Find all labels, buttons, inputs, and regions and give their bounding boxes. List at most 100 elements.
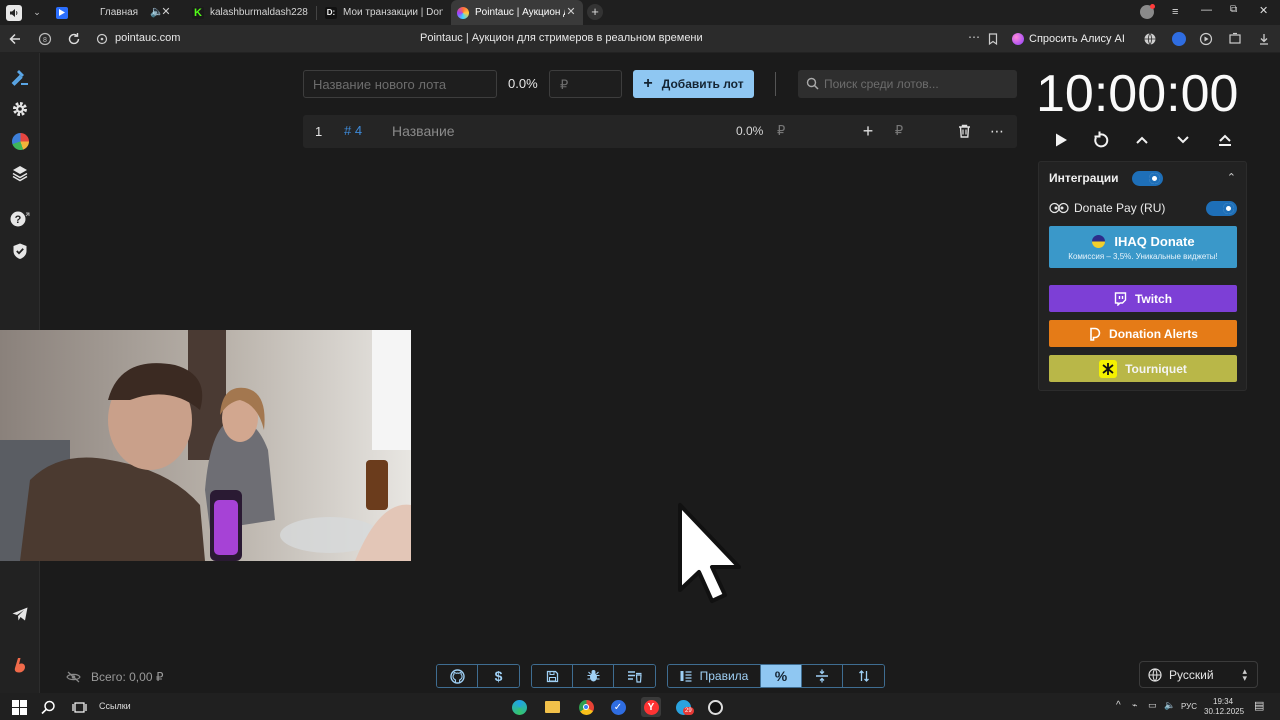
- taskbar-obs[interactable]: [706, 698, 724, 716]
- sidebar-item-privacy[interactable]: [8, 239, 32, 263]
- sidebar-item-auction[interactable]: [8, 65, 32, 89]
- sidebar-item-help[interactable]: ?: [8, 207, 32, 231]
- close-window-button[interactable]: ✕: [1259, 4, 1268, 17]
- tab-home[interactable]: Главная 🔈 ✕: [50, 0, 178, 25]
- eye-off-icon[interactable]: [66, 671, 81, 683]
- language-select[interactable]: Русский ▴ ▾: [1139, 661, 1258, 688]
- timer-increase-button[interactable]: [1133, 131, 1151, 149]
- ihaq-donate-button[interactable]: IHAQ Donate Комиссия – 3,5%. Уникальные …: [1049, 226, 1237, 268]
- lot-more-icon[interactable]: ⋯: [989, 123, 1005, 139]
- tourniquet-button[interactable]: Tourniquet: [1049, 355, 1237, 382]
- lot-percent: 0.0%: [736, 124, 764, 138]
- chevron-up-icon[interactable]: ⌃: [1227, 171, 1236, 184]
- taskbar-explorer[interactable]: [543, 698, 561, 716]
- extension-icon[interactable]: [1172, 32, 1186, 46]
- tray-volume-icon[interactable]: 🔈: [1164, 700, 1175, 711]
- site-info-icon[interactable]: [94, 31, 110, 47]
- percent-mode-button[interactable]: %: [761, 665, 802, 687]
- timer-decrease-button[interactable]: [1174, 131, 1192, 149]
- more-options-icon[interactable]: ⋯: [968, 30, 980, 44]
- lot-search-box[interactable]: [798, 70, 1017, 98]
- sidebar-item-wheel[interactable]: [8, 129, 32, 153]
- sort-button[interactable]: [843, 665, 884, 687]
- check-circle-icon: ✓: [610, 699, 626, 715]
- timer-double-up-button[interactable]: [1216, 131, 1234, 149]
- taskbar-search-button[interactable]: [39, 698, 57, 716]
- timer-start-button[interactable]: [1052, 131, 1070, 149]
- twitch-button[interactable]: Twitch: [1049, 285, 1237, 312]
- back-arrow-icon[interactable]: [7, 31, 23, 47]
- minimize-button[interactable]: —: [1201, 4, 1212, 16]
- tab-kick-stream[interactable]: K kalashburmaldash228 Stre: [186, 0, 316, 25]
- compact-view-button[interactable]: [802, 665, 843, 687]
- donate-pay-toggle[interactable]: [1206, 201, 1237, 216]
- close-icon[interactable]: ✕: [160, 6, 172, 18]
- sidebar-item-telegram[interactable]: [8, 602, 32, 626]
- maximize-button[interactable]: ⧉: [1230, 4, 1237, 15]
- menu-icon[interactable]: ≡: [1172, 6, 1178, 18]
- report-bug-button[interactable]: [573, 665, 614, 687]
- media-play-icon[interactable]: [1198, 31, 1214, 47]
- close-icon[interactable]: ✕: [565, 6, 577, 18]
- new-lot-name-input[interactable]: [303, 70, 497, 98]
- tab-list-dropdown[interactable]: ⌄: [30, 5, 44, 19]
- taskbar-telegram[interactable]: 29: [674, 698, 694, 716]
- timer-reset-button[interactable]: [1092, 131, 1110, 149]
- telegram-icon: [12, 607, 28, 621]
- clear-list-icon: [628, 670, 642, 683]
- save-button[interactable]: [532, 665, 573, 687]
- donation-alerts-button[interactable]: Donation Alerts: [1049, 320, 1237, 347]
- taskbar-checklist-app[interactable]: ✓: [609, 698, 627, 716]
- sort-arrows-icon: [858, 670, 869, 682]
- rules-button[interactable]: Правила: [668, 665, 761, 687]
- integrations-toggle[interactable]: [1132, 171, 1163, 186]
- lot-amount-field[interactable]: ₽: [777, 123, 785, 139]
- delete-lot-button[interactable]: [956, 123, 972, 139]
- mouse-cursor-icon: [678, 503, 741, 603]
- new-lot-amount-input[interactable]: [549, 70, 622, 98]
- downloads-icon[interactable]: [1256, 31, 1272, 47]
- tray-usb-icon[interactable]: ⌁: [1132, 700, 1137, 711]
- donation-alerts-label: Donation Alerts: [1109, 326, 1198, 341]
- add-amount-icon[interactable]: +: [860, 121, 876, 141]
- tray-expand-icon[interactable]: ^: [1116, 700, 1121, 711]
- new-tab-button[interactable]: +: [587, 4, 603, 20]
- yandex-icon: Y: [643, 699, 659, 715]
- task-view-button[interactable]: [70, 698, 88, 716]
- tray-time[interactable]: 19:34: [1213, 697, 1233, 706]
- clear-lots-button[interactable]: [614, 665, 655, 687]
- add-lot-label: Добавить лот: [661, 77, 744, 91]
- taskbar-links-toolbar[interactable]: Ссылки: [99, 701, 131, 711]
- tray-language[interactable]: РУС: [1181, 702, 1197, 711]
- url-text[interactable]: pointauc.com: [115, 32, 180, 44]
- add-amount-field[interactable]: ₽: [891, 123, 907, 139]
- github-button[interactable]: [437, 665, 478, 687]
- sidebar-item-layers[interactable]: [8, 161, 32, 185]
- taskbar-edge[interactable]: [510, 698, 528, 716]
- sidebar-toggle-button[interactable]: [6, 5, 22, 21]
- taskbar-yandex-browser[interactable]: Y: [641, 697, 661, 717]
- profile-avatar[interactable]: [1140, 4, 1155, 19]
- lot-id[interactable]: # 4: [341, 123, 365, 138]
- notifications-icon[interactable]: ▤: [1254, 699, 1264, 712]
- tray-date[interactable]: 30.12.2025: [1204, 707, 1244, 716]
- lot-search-input[interactable]: [824, 70, 1014, 98]
- add-lot-button[interactable]: + Добавить лот: [633, 70, 754, 98]
- ask-alisa-button[interactable]: Спросить Алису AI: [1008, 29, 1131, 49]
- lot-row[interactable]: 1 # 4 Название 0.0% ₽ + ₽ ⋯: [303, 115, 1017, 148]
- bookmark-icon[interactable]: [985, 31, 1001, 47]
- sidebar-item-settings[interactable]: [8, 97, 32, 121]
- start-button[interactable]: [10, 698, 28, 716]
- screenshot-icon[interactable]: [1227, 31, 1243, 47]
- total-sum-label: Всего: 0,00 ₽: [91, 670, 164, 684]
- yandex-protect-icon[interactable]: 8: [37, 31, 53, 47]
- translate-globe-icon[interactable]: [1142, 31, 1158, 47]
- tray-network-icon[interactable]: ▭: [1148, 700, 1157, 711]
- lot-name[interactable]: Название: [392, 123, 455, 139]
- donate-button[interactable]: $: [478, 665, 519, 687]
- tab-donate-transactions[interactable]: D: Мои транзакции | Donate: [319, 0, 449, 25]
- sidebar-item-boosty[interactable]: [8, 653, 32, 677]
- reload-icon[interactable]: [66, 31, 82, 47]
- taskbar-chrome[interactable]: [577, 698, 595, 716]
- tab-pointauc[interactable]: Pointauc | Аукцион для ✕: [451, 0, 583, 25]
